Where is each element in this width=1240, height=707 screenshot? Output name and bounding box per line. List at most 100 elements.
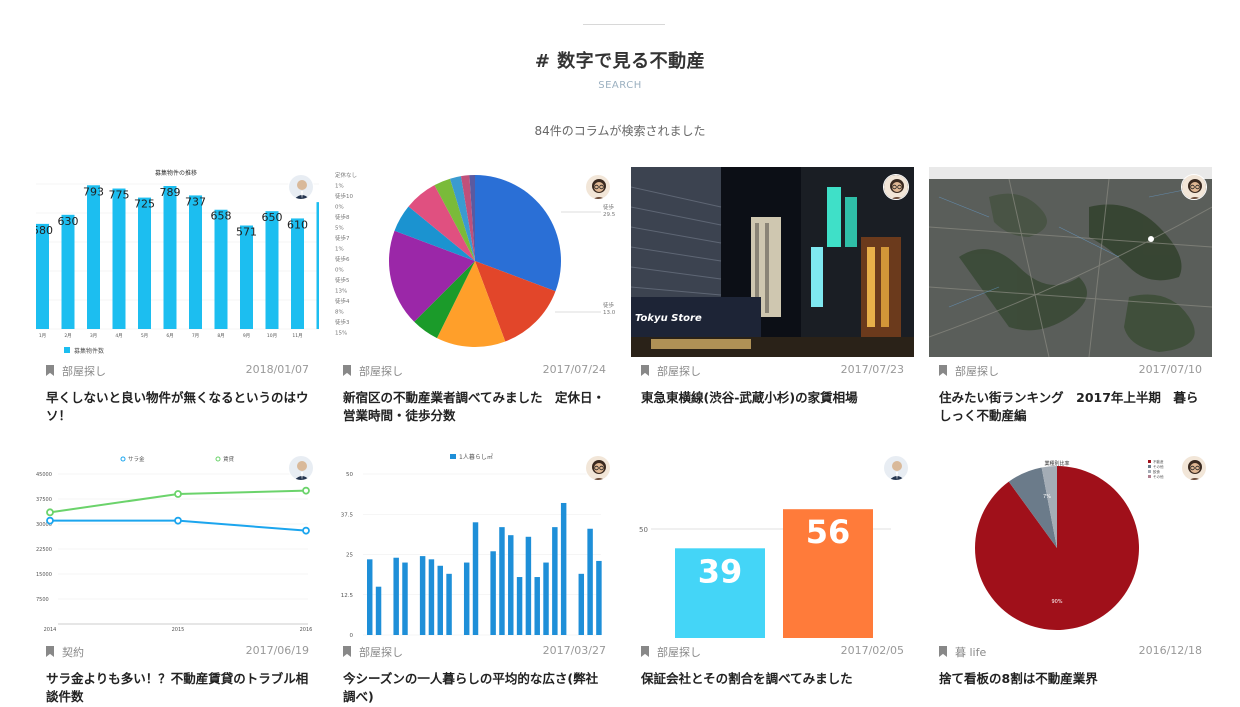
bar (437, 565, 443, 635)
pie-label: 徒歩 (603, 301, 615, 309)
card-meta: 契約 2017/06/19 (36, 638, 319, 664)
x-tick: 2月 (64, 333, 71, 339)
card-category[interactable]: 契約 (62, 644, 84, 660)
y-tick: 37500 (36, 497, 52, 503)
bar (499, 527, 505, 635)
author-avatar (1181, 455, 1207, 481)
bar (463, 562, 470, 635)
bar (240, 225, 253, 329)
bar (393, 557, 399, 635)
bar-label: 658 (211, 210, 232, 223)
data-point (174, 516, 182, 525)
pie-label: 徒歩4 (335, 297, 350, 305)
bar (543, 562, 549, 635)
bar (596, 560, 602, 635)
article-card[interactable]: 部屋探し 2017/07/10 住みたい街ランキング 2017年上半期 暮らしっ… (929, 167, 1212, 425)
bar (587, 528, 593, 635)
article-card[interactable]: 業種別比率 90% 7% 不動産 その他 飲食 その他 暮 life 2016/12/1… (929, 448, 1212, 688)
card-title[interactable]: 住みたい街ランキング 2017年上半期 暮らしっく不動産編 (929, 383, 1212, 425)
card-thumbnail[interactable]: 業種別比率 90% 7% 不動産 その他 飲食 その他 (929, 448, 1212, 638)
pie-label: 8% (335, 310, 344, 316)
article-card[interactable]: 50 39 56 部屋探し 2017/02/05 保証会社とその割合を調べてみまし… (631, 448, 914, 688)
legend-label: 飲食 (1153, 469, 1161, 474)
pie-label: 1% (335, 247, 344, 253)
card-meta: 部屋探し 2017/07/23 (631, 357, 914, 383)
card-category[interactable]: 部屋探し (359, 644, 403, 660)
legend-swatch (1148, 470, 1151, 473)
data-point (174, 490, 182, 498)
pie-chart-thumbnail: 定休なし 1% 徒歩10 0% 徒歩8 5% 徒歩7 1% 徒歩6 0% 徒歩5 13% 徒歩4 8% 徒歩… (335, 171, 616, 347)
card-title[interactable]: 新宿区の不動産業者調べてみました 定休日・営業時間・徒歩分数 (333, 383, 616, 425)
bar-label: 793 (83, 185, 104, 198)
pie-label: 0% (335, 268, 344, 274)
chart-title: 募集物件の推移 (155, 169, 197, 177)
pie-label: 5% (335, 226, 344, 232)
data-point (302, 486, 310, 495)
legend-label: サラ金 (128, 455, 145, 463)
pie-label: 徒歩6 (335, 255, 350, 263)
author-avatar (288, 455, 314, 481)
article-card[interactable]: Tokyu Store 部屋探し 2017/07/23 東急東横線(渋谷-武蔵小… (631, 167, 914, 407)
card-thumbnail[interactable]: 定休なし 1% 徒歩10 0% 徒歩8 5% 徒歩7 1% 徒歩6 0% 徒歩5 13% 徒歩4 8% 徒歩… (333, 167, 616, 357)
card-title[interactable]: 保証会社とその割合を調べてみました (631, 664, 914, 688)
legend-label: 募集物件数 (74, 347, 104, 355)
y-tick: 50 (346, 472, 353, 478)
legend-label: その他 (1153, 474, 1164, 479)
bar (112, 188, 126, 329)
author-avatar (585, 455, 611, 481)
card-title[interactable]: 東急東横線(渋谷-武蔵小杉)の家賃相場 (631, 383, 914, 407)
x-tick: 2015 (172, 627, 185, 633)
article-card[interactable]: 募集物件の推移 580 1月 630 2月 793 3月 775 4月 725 5月 789 6月 73… (36, 167, 319, 425)
bar (36, 223, 49, 329)
bar (578, 573, 585, 635)
card-thumbnail[interactable]: 50 39 56 (631, 448, 914, 638)
bar-label: 610 (287, 218, 308, 231)
bar (189, 195, 202, 329)
card-title[interactable]: 早くしないと良い物件が無くなるというのはウソ！ (36, 383, 319, 425)
card-category[interactable]: 暮 life (955, 644, 986, 660)
bar-label: 789 (160, 186, 181, 199)
bar-label: 630 (58, 215, 79, 228)
card-meta: 部屋探し 2018/01/07 (36, 357, 319, 383)
card-title[interactable]: 捨て看板の8割は不動産業界 (929, 664, 1212, 688)
card-thumbnail[interactable]: 1人暮らし㎡ 50 37.5 25 12.5 0 (333, 448, 616, 638)
satellite-map-thumbnail (929, 167, 1212, 357)
bar (560, 502, 567, 635)
pie-chart-thumbnail: 業種別比率 90% 7% 不動産その他飲食その他 (975, 459, 1164, 630)
card-thumbnail[interactable]: サラ金 賃貸 45000 37500 30000 22500 15000 7500 2014 2… (36, 448, 319, 638)
article-card[interactable]: 定休なし 1% 徒歩10 0% 徒歩8 5% 徒歩7 1% 徒歩6 0% 徒歩5 13% 徒歩4 8% 徒歩… (333, 167, 616, 425)
card-date: 2017/03/27 (542, 644, 606, 657)
card-category[interactable]: 部屋探し (359, 363, 403, 379)
card-category[interactable]: 部屋探し (657, 644, 701, 660)
x-tick: 6月 (166, 333, 173, 339)
card-title[interactable]: サラ金よりも多い！？不動産賃貸のトラブル相談件数 (36, 664, 319, 706)
card-meta: 部屋探し 2017/07/24 (333, 357, 616, 383)
pie-label: 13% (335, 289, 347, 295)
article-card[interactable]: サラ金 賃貸 45000 37500 30000 22500 15000 7500 2014 2… (36, 448, 319, 706)
pie-label: 90% (1051, 599, 1062, 605)
card-title[interactable]: 今シーズンの一人暮らしの平均的な広さ(弊社調べ) (333, 664, 616, 706)
bar-label: 725 (134, 198, 155, 211)
bookmark-icon (641, 646, 649, 657)
article-card[interactable]: 1人暮らし㎡ 50 37.5 25 12.5 0 部屋探し 2017/03/27 今シー… (333, 448, 616, 706)
result-count: 84件のコラムが検索されました (534, 124, 706, 138)
header-divider (583, 24, 665, 25)
bookmark-icon (939, 365, 947, 376)
bar-label: 650 (262, 211, 283, 224)
bar (87, 185, 100, 329)
bar (138, 197, 151, 329)
bar (525, 536, 532, 635)
bar-label: 56 (806, 513, 851, 551)
card-category[interactable]: 部屋探し (657, 363, 701, 379)
legend-swatch (1148, 460, 1151, 463)
y-tick: 37.5 (341, 512, 354, 518)
card-category[interactable]: 部屋探し (955, 363, 999, 379)
bar-label: 39 (698, 552, 743, 590)
bar (291, 218, 304, 329)
card-thumbnail[interactable] (929, 167, 1212, 357)
card-category[interactable]: 部屋探し (62, 363, 106, 379)
card-thumbnail[interactable]: Tokyu Store (631, 167, 914, 357)
data-point (46, 508, 54, 517)
card-thumbnail[interactable]: 募集物件の推移 580 1月 630 2月 793 3月 775 4月 725 5月 789 6月 73… (36, 167, 319, 357)
legend-marker (120, 456, 126, 462)
